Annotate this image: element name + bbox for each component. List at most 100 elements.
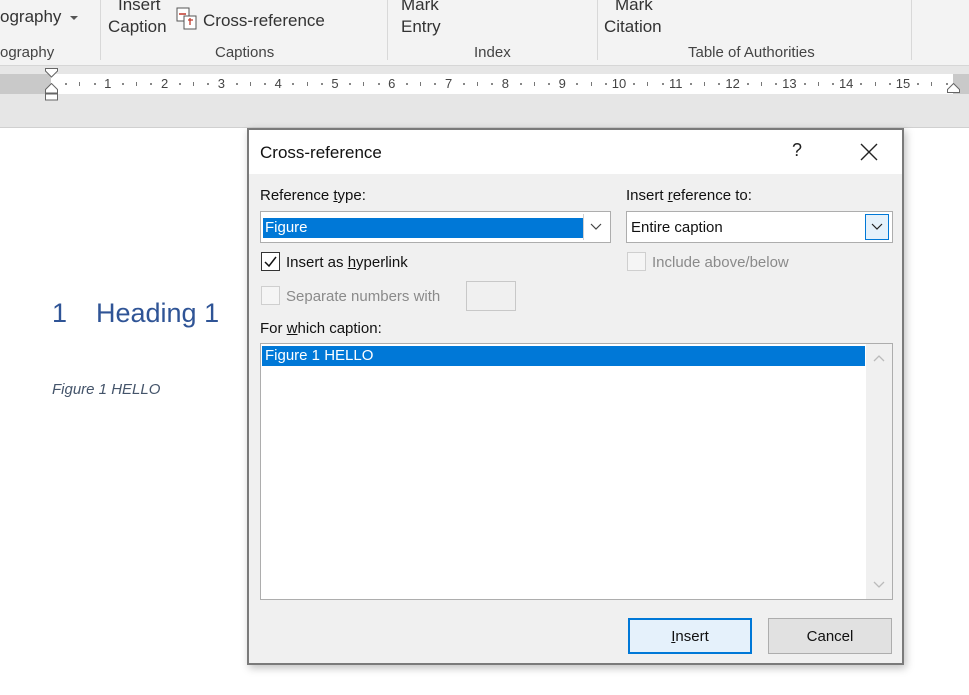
right-indent-marker-icon[interactable] xyxy=(947,83,960,93)
document-heading[interactable]: 1 Heading 1 xyxy=(52,298,219,329)
mark-entry-line1: Mark xyxy=(401,0,439,14)
ruler-tick xyxy=(874,82,876,86)
ruler-tick xyxy=(363,82,365,86)
ruler-number: 2 xyxy=(160,76,169,91)
ruler-tick xyxy=(136,82,138,86)
insert-caption-line2: Caption xyxy=(108,17,167,36)
dialog-titlebar[interactable]: Cross-reference ? xyxy=(249,130,902,174)
ruler-tick xyxy=(775,83,778,85)
ruler-tick xyxy=(519,83,522,85)
ruler-tick xyxy=(817,82,819,86)
separate-numbers-checkbox[interactable] xyxy=(261,286,280,305)
insert-caption-button[interactable]: Insert Caption xyxy=(108,0,167,37)
dialog-title: Cross-reference xyxy=(260,143,382,162)
insert-reference-to-dropdown-button[interactable] xyxy=(865,214,889,240)
ruler-tick xyxy=(207,83,210,85)
ruler-tick xyxy=(65,83,68,85)
ruler-tick xyxy=(647,82,649,86)
ruler-tick xyxy=(320,83,323,85)
reference-type-label: Reference type: xyxy=(260,187,366,204)
mark-citation-line2: Citation xyxy=(604,17,662,36)
ruler-tick xyxy=(122,83,124,85)
ruler-tick xyxy=(491,83,494,85)
for-which-caption-label: For which caption: xyxy=(260,320,382,337)
insert-caption-line1: Insert xyxy=(118,0,161,14)
ruler-number: 8 xyxy=(501,76,510,91)
group-label-table-of-authorities: Table of Authorities xyxy=(688,44,815,61)
ruler-tick xyxy=(917,83,920,85)
horizontal-ruler[interactable]: 1 2 3 4 5 6 7 8 9 10 11 12 13 14 15 xyxy=(0,74,969,94)
mark-entry-line2: Entry xyxy=(401,17,441,36)
insert-as-hyperlink-checkbox[interactable] xyxy=(261,252,280,271)
ruler-tick xyxy=(377,83,380,85)
ruler-tick xyxy=(704,82,706,86)
group-label-bibliography: ography xyxy=(0,44,55,61)
cross-reference-dialog: Cross-reference ? Reference type: Figure… xyxy=(247,128,904,665)
cross-reference-icon xyxy=(176,7,197,30)
document-figure-caption[interactable]: Figure 1 HELLO xyxy=(52,381,160,398)
listbox-scrollbar[interactable] xyxy=(866,344,892,599)
ruler-tick xyxy=(150,83,153,85)
ruler-tick xyxy=(306,82,308,86)
ruler-tick xyxy=(718,83,721,85)
ruler-tick xyxy=(533,82,535,86)
mark-entry-button[interactable]: Mark Entry xyxy=(401,0,441,37)
insert-reference-to-label: Insert reference to: xyxy=(626,187,752,204)
group-label-captions: Captions xyxy=(215,44,275,61)
ruler-number: 3 xyxy=(217,76,226,91)
ruler-tick xyxy=(264,83,266,85)
cross-reference-label: Cross-reference xyxy=(203,11,325,30)
ruler-tick xyxy=(548,83,550,85)
heading-number: 1 xyxy=(52,298,68,328)
group-divider xyxy=(911,0,912,60)
ruler-tick xyxy=(590,82,592,86)
scroll-up-icon[interactable] xyxy=(873,353,885,365)
ruler-tick xyxy=(434,83,437,85)
ruler-number: 11 xyxy=(669,76,683,91)
ruler-tick xyxy=(604,83,607,85)
ruler-tick xyxy=(576,83,579,85)
ruler-area: 1 2 3 4 5 6 7 8 9 10 11 12 13 14 15 xyxy=(0,66,969,128)
group-divider xyxy=(597,0,598,60)
ruler-tick xyxy=(690,83,692,85)
ruler-tick xyxy=(661,83,664,85)
ruler-tick xyxy=(349,83,352,85)
insert-reference-to-select[interactable]: Entire caption xyxy=(626,211,893,243)
group-label-index: Index xyxy=(474,44,511,61)
ruler-tick xyxy=(888,83,891,85)
mark-citation-button[interactable]: Mark Citation xyxy=(604,0,662,37)
chevron-down-icon xyxy=(70,15,79,20)
insert-reference-to-value: Entire caption xyxy=(631,219,723,236)
cancel-button[interactable]: Cancel xyxy=(768,618,892,654)
ruler-number: 9 xyxy=(558,76,566,91)
close-button[interactable] xyxy=(849,138,889,168)
reference-type-dropdown-button[interactable] xyxy=(583,214,607,240)
ruler-tick xyxy=(292,83,295,85)
bibliography-button[interactable]: ography xyxy=(0,7,79,27)
first-line-indent-marker-icon[interactable] xyxy=(45,68,58,78)
reference-type-select[interactable]: Figure xyxy=(260,211,611,243)
bibliography-label: ography xyxy=(0,7,62,26)
hanging-indent-marker-icon[interactable] xyxy=(45,83,58,101)
ruler-number: 15 xyxy=(895,76,911,91)
ruler-tick xyxy=(249,82,251,86)
ruler-tick xyxy=(178,83,181,85)
ruler-number: 10 xyxy=(611,76,627,91)
list-item[interactable]: Figure 1 HELLO xyxy=(262,346,865,366)
ruler-tick xyxy=(761,82,762,86)
ruler-number: 4 xyxy=(274,76,282,91)
insert-button[interactable]: Insert xyxy=(628,618,752,654)
chevron-down-icon xyxy=(871,223,883,230)
include-above-below-checkbox[interactable] xyxy=(627,252,646,271)
ruler-number: 12 xyxy=(725,76,740,91)
caption-listbox[interactable]: Figure 1 HELLO xyxy=(260,343,893,600)
ruler-tick xyxy=(477,82,478,86)
ruler-tick xyxy=(746,83,749,85)
separator-input[interactable] xyxy=(466,281,516,311)
help-button[interactable]: ? xyxy=(777,140,817,166)
separate-numbers-label: Separate numbers with xyxy=(286,288,441,305)
scroll-down-icon[interactable] xyxy=(873,578,885,590)
ruler-tick xyxy=(420,82,422,86)
ruler-number: 13 xyxy=(782,76,797,91)
include-above-below-label: Include above/below xyxy=(652,254,789,271)
